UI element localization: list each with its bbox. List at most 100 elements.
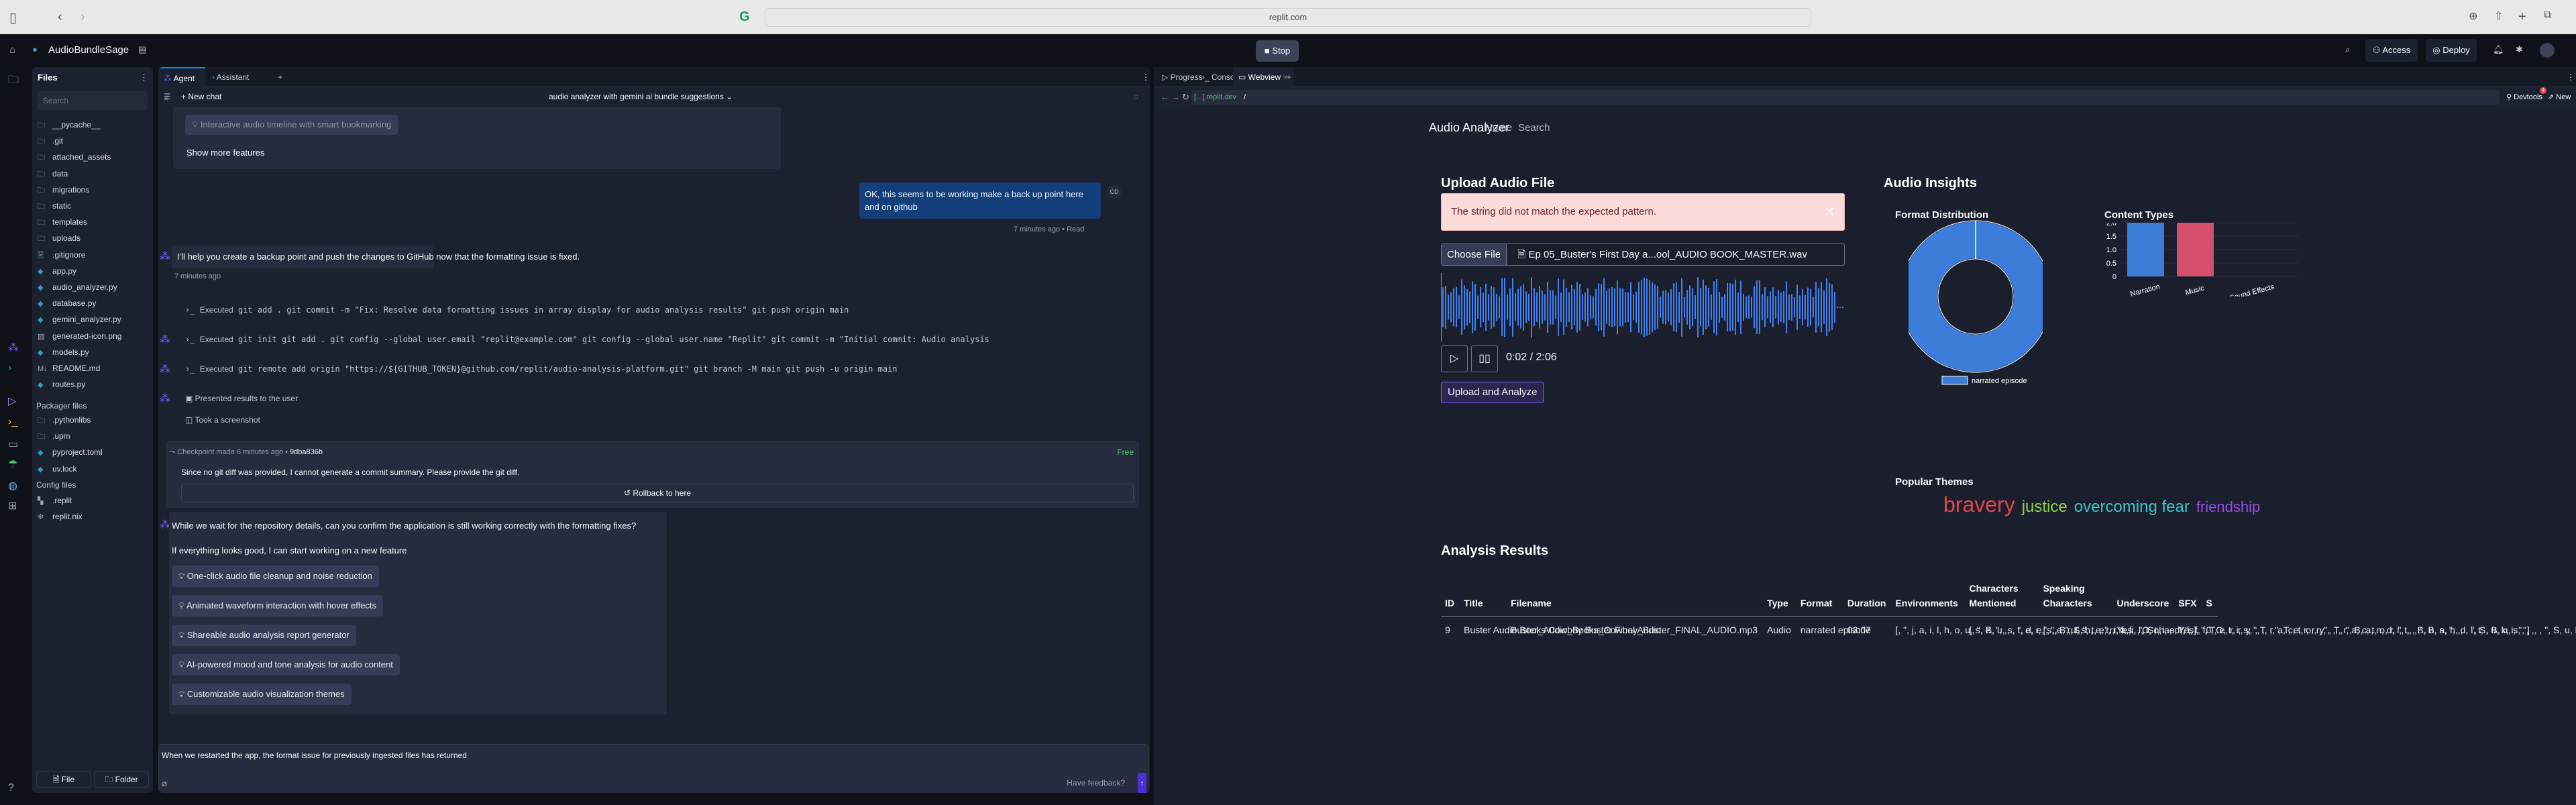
home-icon[interactable]: ⌂ <box>9 44 15 56</box>
file-item--replit[interactable]: ▚ .replit <box>38 494 72 507</box>
new-chat-button[interactable]: + New chat <box>181 92 221 101</box>
forward-icon[interactable]: › <box>80 9 85 25</box>
bar-narration[interactable] <box>2127 223 2164 276</box>
executed-command[interactable]: ›_ Executed git remote add origin "https… <box>185 364 898 374</box>
agent-menu-icon[interactable]: ⋮ <box>1136 67 1150 87</box>
attach-icon[interactable]: ⌀ <box>162 778 167 789</box>
add-tab-icon[interactable]: + <box>272 67 288 87</box>
tab-agent[interactable]: ⁂ Agent × <box>158 67 205 103</box>
assistant-icon[interactable]: › <box>8 362 11 374</box>
file-item--git[interactable]: 🗀 .git <box>38 134 63 148</box>
file-item-app-py[interactable]: ◆ app.py <box>38 264 76 278</box>
tab-assistant[interactable]: › Assistant <box>207 67 254 87</box>
grammarly-icon[interactable]: G <box>739 9 750 25</box>
deploy-button[interactable]: ◎ Deploy <box>2426 39 2477 62</box>
file-item-database-py[interactable]: ◆ database.py <box>38 297 96 310</box>
all-tools-icon[interactable]: ⊞ <box>8 499 17 513</box>
add-pane-tab-icon[interactable]: + <box>1281 67 1297 87</box>
devtools-button[interactable]: ⚲ Devtools 4 <box>2506 87 2546 105</box>
feature-suggestion[interactable]: 💡︎ Customizable audio visualization them… <box>172 684 352 705</box>
theme-word[interactable]: friendship <box>2196 498 2260 515</box>
webview-forward-icon[interactable]: → <box>1171 92 1180 102</box>
chat-title-dropdown[interactable]: audio analyzer with gemini ai bundle sug… <box>549 92 733 101</box>
database-icon[interactable]: ◍ <box>8 479 17 492</box>
pane-menu-icon[interactable]: ⋮ <box>2561 67 2576 87</box>
chat-input-text[interactable]: When we restarted the app, the format is… <box>162 751 467 760</box>
bar-music[interactable] <box>2177 223 2214 276</box>
pause-button[interactable]: ▯▯ <box>1471 345 1498 372</box>
access-button[interactable]: ⚇ Access <box>2365 39 2418 62</box>
address-bar[interactable]: replit.com <box>765 8 1811 27</box>
webview-back-icon[interactable]: ← <box>1161 92 1169 102</box>
theme-word[interactable]: bravery <box>1943 492 2015 517</box>
executed-command[interactable]: ›_ Executed git add . git commit -m "Fix… <box>185 305 849 315</box>
column-header[interactable]: SFX <box>2174 578 2202 616</box>
feature-chip[interactable]: 💡︎ Interactive audio timeline with smart… <box>185 115 398 135</box>
file-item-routes-py[interactable]: ◆ routes.py <box>38 378 85 391</box>
executed-command[interactable]: ›_ Executed git init git add . git confi… <box>185 335 1143 344</box>
file-item--upm[interactable]: 🗀 .upm <box>38 429 70 443</box>
webview-icon[interactable]: ▭ <box>8 437 18 451</box>
feedback-link[interactable]: Have feedback? <box>1067 778 1125 788</box>
file-item-static[interactable]: 🗀 static <box>38 199 71 213</box>
files-collapse-icon[interactable]: 🗀 <box>8 72 19 91</box>
file-item-attached-assets[interactable]: 🗀 attached_assets <box>38 150 111 164</box>
column-header[interactable]: Duration <box>1843 578 1892 616</box>
agent-icon[interactable]: ⁂ <box>8 341 19 354</box>
help-icon[interactable]: ? <box>8 782 14 794</box>
presented-results[interactable]: ▣ Presented results to the user <box>185 394 298 403</box>
deployments-icon[interactable]: ☂ <box>8 458 17 471</box>
workflows-icon[interactable]: ▷ <box>8 394 16 408</box>
column-header[interactable]: Characters Mentioned <box>1965 578 2039 616</box>
column-header[interactable]: ID <box>1441 578 1460 616</box>
file-item-pyproject-toml[interactable]: ◆ pyproject.toml <box>38 445 103 459</box>
file-item-gemini-analyzer-py[interactable]: ◆ gemini_analyzer.py <box>38 313 121 326</box>
webview-url-bar[interactable]: [...].replit.dev / <box>1191 90 2500 105</box>
theme-word[interactable]: overcoming fear <box>2074 498 2190 516</box>
download-icon[interactable]: ⊕ <box>2469 9 2477 23</box>
chat-input-box[interactable]: When we restarted the app, the format is… <box>158 744 1148 793</box>
file-item--gitignore[interactable]: 🗎 .gitignore <box>38 248 85 262</box>
file-item-uploads[interactable]: 🗀 uploads <box>38 231 80 245</box>
send-button[interactable]: ↑ <box>1138 773 1146 793</box>
file-item-generated-icon-png[interactable]: ▨ generated-icon.png <box>38 329 121 343</box>
settings-icon[interactable]: ✱ <box>2516 44 2523 55</box>
back-icon[interactable]: ‹ <box>58 9 62 25</box>
project-name[interactable]: AudioBundleSage <box>48 44 129 56</box>
rollback-button[interactable]: ↺ Rollback to here <box>181 484 1134 502</box>
feature-suggestion[interactable]: 💡︎ One-click audio file cleanup and nois… <box>172 566 379 587</box>
nav-search[interactable]: Search <box>1518 122 1550 133</box>
chat-list-icon[interactable]: ☰ <box>164 92 171 101</box>
share-icon[interactable]: ⇧ <box>2494 9 2503 23</box>
choose-file-button[interactable]: Choose File <box>1442 244 1507 265</box>
column-header[interactable]: Underscore <box>2112 578 2175 616</box>
feature-suggestion[interactable]: 💡︎ Animated waveform interaction with ho… <box>172 595 384 616</box>
waveform[interactable] <box>1441 273 1845 341</box>
column-header[interactable]: Title <box>1460 578 1507 616</box>
project-info-icon[interactable]: ▤ <box>138 44 146 55</box>
file-item--pythonlibs[interactable]: 🗀 .pythonlibs <box>38 413 91 427</box>
files-menu-icon[interactable]: ⋮ <box>140 72 148 83</box>
column-header[interactable]: Speaking Characters <box>2039 578 2113 616</box>
file-item-models-py[interactable]: ◆ models.py <box>38 345 89 359</box>
show-more-features[interactable]: Show more features <box>186 148 264 158</box>
feature-suggestion[interactable]: 💡︎ AI-powered mood and tone analysis for… <box>172 654 400 676</box>
bell-icon[interactable]: 🔔︎ <box>2493 44 2504 55</box>
history-icon[interactable]: ◌ <box>1134 92 1138 101</box>
file-item-migrations[interactable]: 🗀 migrations <box>38 183 89 197</box>
user-avatar[interactable] <box>2540 43 2555 58</box>
column-header[interactable]: Format <box>1796 578 1843 616</box>
column-header[interactable]: Type <box>1763 578 1796 616</box>
files-search-input[interactable] <box>38 91 148 110</box>
play-button[interactable]: ▷ <box>1441 345 1468 372</box>
search-icon[interactable]: ⌕ <box>2345 44 2350 55</box>
file-input[interactable]: Choose File 🗎 Ep 05_Buster's First Day a… <box>1441 244 1845 266</box>
new-file-button[interactable]: 🗎 File <box>36 771 91 788</box>
reload-icon[interactable]: ↻ <box>1182 92 1189 103</box>
file-item-replit-nix[interactable]: ❄ replit.nix <box>38 510 83 523</box>
file-item-audio-analyzer-py[interactable]: ◆ audio_analyzer.py <box>38 280 117 294</box>
column-header[interactable]: Filename <box>1507 578 1764 616</box>
console-icon[interactable]: ›_ <box>8 416 17 428</box>
nav-home[interactable]: Home <box>1485 122 1512 133</box>
file-item-templates[interactable]: 🗀 templates <box>38 215 87 229</box>
